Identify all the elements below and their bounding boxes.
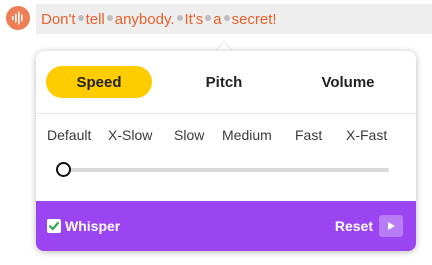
word: secret!: [231, 10, 277, 28]
word: It's: [184, 10, 204, 28]
word: anybody.: [114, 10, 175, 28]
word-separator: [77, 15, 84, 21]
speed-option-fast[interactable]: Fast: [295, 127, 322, 143]
word: tell: [85, 10, 105, 28]
tab-volume[interactable]: Volume: [295, 66, 401, 98]
prosody-tabs: Speed Pitch Volume: [36, 51, 416, 113]
speed-slider-track[interactable]: [63, 168, 389, 172]
word: a: [213, 10, 222, 28]
tab-pitch[interactable]: Pitch: [171, 66, 277, 98]
speed-option-slow[interactable]: Slow: [174, 127, 204, 143]
whisper-label: Whisper: [65, 218, 121, 234]
speed-option-x-fast[interactable]: X-Fast: [346, 127, 387, 143]
speed-scale-labels: Default X-Slow Slow Medium Fast X-Fast: [36, 127, 416, 147]
reset-button[interactable]: Reset: [335, 201, 403, 251]
word: Don't: [41, 10, 76, 28]
word-separator: [205, 15, 212, 21]
word-separator: [106, 15, 113, 21]
prosody-popover: Speed Pitch Volume Default X-Slow Slow M…: [36, 51, 416, 251]
speed-slider-handle[interactable]: [56, 162, 71, 177]
sound-wave-icon[interactable]: [6, 6, 30, 30]
speed-option-medium[interactable]: Medium: [222, 127, 272, 143]
word-separator: [223, 15, 230, 21]
speed-option-default[interactable]: Default: [47, 127, 91, 143]
reset-label: Reset: [334, 218, 373, 234]
popover-footer: Whisper Reset: [36, 201, 416, 251]
whisper-checkbox[interactable]: [47, 219, 61, 233]
speed-option-x-slow[interactable]: X-Slow: [108, 127, 152, 143]
divider: [36, 113, 416, 114]
whisper-toggle[interactable]: Whisper: [47, 201, 120, 251]
word-separator: [176, 15, 183, 21]
play-icon[interactable]: [379, 215, 403, 237]
ssml-text-input[interactable]: Don't tell anybody. It's a secret!: [36, 4, 432, 34]
check-icon: [48, 221, 60, 231]
tab-speed[interactable]: Speed: [46, 66, 152, 98]
